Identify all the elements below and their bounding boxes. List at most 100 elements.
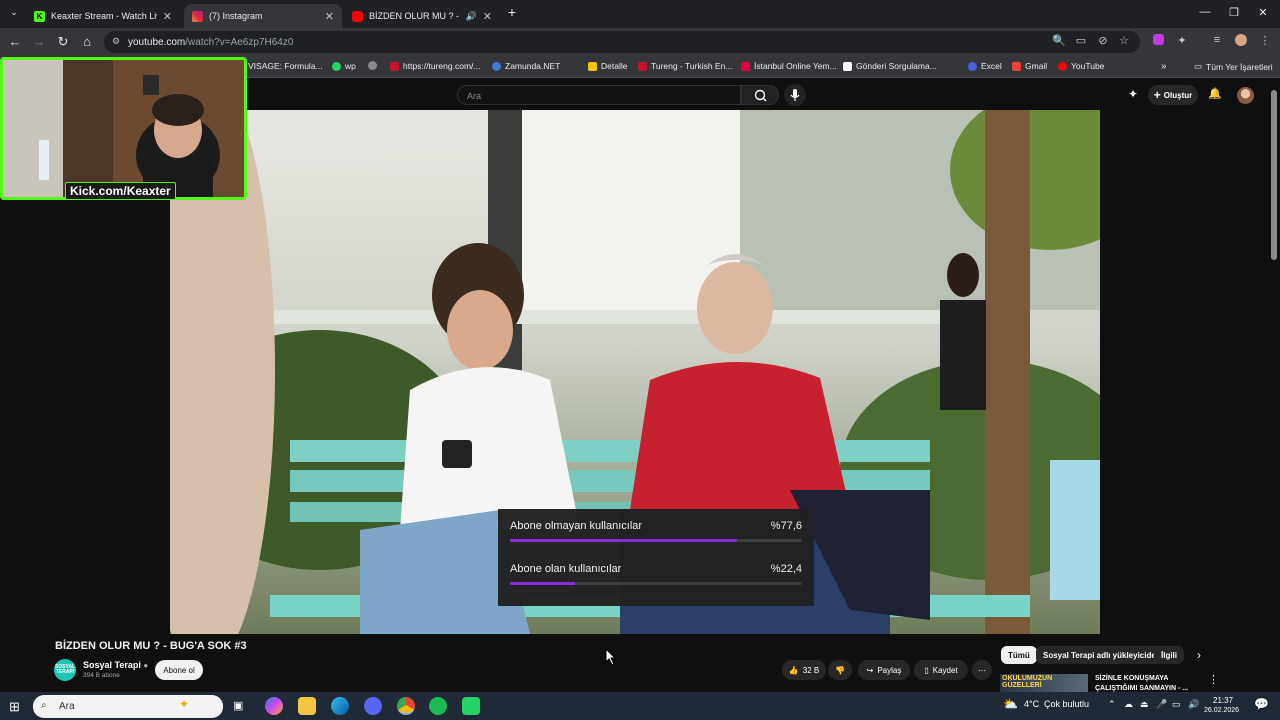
extension-icon[interactable] [1150,34,1166,48]
profile-icon[interactable] [1233,34,1249,49]
bookmark-item[interactable]: https://tureng.com/... [390,61,480,71]
bookmark-item[interactable] [368,61,377,70]
like-button[interactable]: 👍 32 B [782,660,826,680]
back-icon[interactable]: ← [6,34,24,50]
search-button[interactable] [741,85,779,105]
windows-start-icon[interactable]: ⊞ [9,699,20,715]
eye-off-icon[interactable]: ⊘ [1095,34,1111,47]
home-icon[interactable]: ⌂ [78,34,96,50]
bookmark-item[interactable]: VISAGE: Formula... [248,61,323,71]
taskbar-search-input[interactable]: ⌕ Ara ✦ [33,695,223,718]
zoom-icon[interactable]: 🔍 [1051,34,1067,47]
all-bookmarks-label: Tüm Yer İşaretleri [1206,61,1273,72]
whatsapp-icon[interactable] [462,697,480,715]
bookmark-item[interactable]: Gönderi Sorgulama... [843,61,937,71]
clock-time[interactable]: 21:37 [1213,696,1233,705]
speaker-icon[interactable]: 🔊 [466,11,477,22]
bookmark-item[interactable]: Tureng - Turkish En... [638,61,732,71]
chevron-right-icon[interactable]: › [1197,648,1201,662]
subscribe-button[interactable]: Abone ol [155,660,203,680]
network-icon[interactable]: ▭ [1172,699,1181,710]
whatsapp-icon [332,61,341,71]
forward-icon[interactable]: → [30,34,48,50]
reload-icon[interactable]: ↻ [54,34,72,50]
weather-temp[interactable]: 4°C [1024,699,1039,709]
bookmark-item[interactable]: Gmail [1012,61,1047,71]
mic-icon[interactable]: 🎤 [1156,699,1167,710]
bookmark-item[interactable]: İstanbul Online Yem... [741,61,837,71]
edge-icon[interactable] [331,697,349,715]
create-button[interactable]: + Oluştur [1148,85,1198,105]
plus-icon: + [1153,88,1161,102]
tab-youtube[interactable]: BİZDEN OLUR MU ? - BUG'A 🔊 ✕ [344,4,500,28]
copilot-icon[interactable] [265,697,283,715]
bookmark-star-icon[interactable]: ☆ [1116,34,1132,47]
tab-search-chevron-icon[interactable]: ⌄ [4,7,24,18]
search-input[interactable]: Ara [457,85,741,105]
save-button[interactable]: ▯ Kaydet [914,660,968,680]
volume-icon[interactable]: 🔊 [1188,699,1199,710]
minimize-icon[interactable]: — [1195,6,1215,18]
close-tab-icon[interactable]: ✕ [325,10,334,23]
browser-tab-bar: ⌄ K Kеахter Stream - Watch Live on ✕ (7)… [0,0,1280,28]
chip-related[interactable]: İlgili [1154,646,1184,664]
more-bookmarks-icon[interactable]: » [1161,61,1167,72]
discord-icon[interactable] [364,697,382,715]
youtube-icon [352,10,363,22]
site-info-icon[interactable]: ⚙ [112,36,120,47]
notifications-icon[interactable]: 💬 [1254,697,1269,711]
all-bookmarks[interactable]: ▭ Tüm Yer İşaretleri [1194,61,1273,72]
dislike-button[interactable]: 👎 [828,660,852,680]
related-video-thumbnail[interactable]: OKULUMUZUN GÜZELLERİ [1000,674,1088,692]
related-video-title[interactable]: SİZİNLE KONUŞMAYA ÇALIŞTIĞIMI SANMAYIN -… [1095,674,1195,694]
usb-icon[interactable]: ⏏ [1140,699,1149,710]
clock-date[interactable]: 26.02.2026 [1204,707,1239,714]
extensions-puzzle-icon[interactable]: ✦ [1174,34,1190,47]
close-window-icon[interactable]: ✕ [1253,6,1273,19]
restore-icon[interactable]: ❐ [1224,6,1244,19]
page-scrollbar[interactable] [1271,90,1277,260]
bookmark-item[interactable]: Detalle [588,61,627,71]
reading-list-icon[interactable]: ≡ [1209,34,1225,46]
new-tab-icon[interactable]: + [502,4,522,20]
bookmark-label: Detalle [601,61,628,71]
channel-avatar[interactable]: SOSYAL TERAPI [54,659,76,681]
tab-kick[interactable]: K Kеахter Stream - Watch Live on ✕ [26,4,180,28]
chrome-icon[interactable] [397,697,415,715]
share-button[interactable]: ↪ Paylaş [858,660,910,680]
cast-icon[interactable]: ▭ [1073,34,1089,47]
tab-instagram[interactable]: (7) Instagram ✕ [184,4,342,28]
close-tab-icon[interactable]: ✕ [163,10,172,23]
subscriber-count: 394 B abone [83,672,120,679]
tray-chevron-icon[interactable]: ⌃ [1108,699,1116,710]
address-bar[interactable]: ⚙ youtube.com /watch?v=Ae6zp7H64z0 [104,31,1140,53]
cloud-icon[interactable]: ☁ [1124,699,1133,710]
bookmark-label: YouTube [1071,61,1105,71]
account-avatar[interactable] [1237,87,1254,104]
weather-description[interactable]: Çok bulutlu [1044,699,1089,709]
bookmark-item[interactable]: YouTube [1058,61,1104,71]
ptt-icon [843,61,852,71]
gmail-icon [1012,61,1021,71]
chip-from-uploader[interactable]: Sosyal Terapi adlı yükleyiciden [1036,646,1168,664]
bookmark-item[interactable]: Excel [968,61,1002,71]
file-explorer-icon[interactable] [298,697,316,715]
spotify-icon[interactable] [429,697,447,715]
mic-icon [790,89,800,101]
bell-icon[interactable]: 🔔 [1208,87,1222,100]
chip-all[interactable]: Tümü [1001,646,1037,664]
related-menu-icon[interactable]: ⋮ [1208,673,1219,686]
ai-sparkle-icon[interactable]: ✦ [1128,87,1138,101]
bookmark-item[interactable]: Zamunda.NET [492,61,560,71]
voice-search-button[interactable] [784,84,806,106]
task-view-icon[interactable]: ▣ [233,699,243,712]
bookmark-label: wp [345,61,356,71]
tab-title: Kеахter Stream - Watch Live on [51,11,157,21]
bookmark-item[interactable]: wp [332,61,356,71]
menu-icon[interactable]: ⋮ [1257,34,1273,47]
more-actions-button[interactable]: ⋯ [972,660,992,680]
channel-name[interactable]: Sosyal Terapi ● [83,660,148,670]
close-tab-icon[interactable]: ✕ [483,10,492,23]
weather-icon[interactable]: ⛅ [1003,697,1018,711]
poll-label: Abone olan kullanıcılar [510,563,622,575]
